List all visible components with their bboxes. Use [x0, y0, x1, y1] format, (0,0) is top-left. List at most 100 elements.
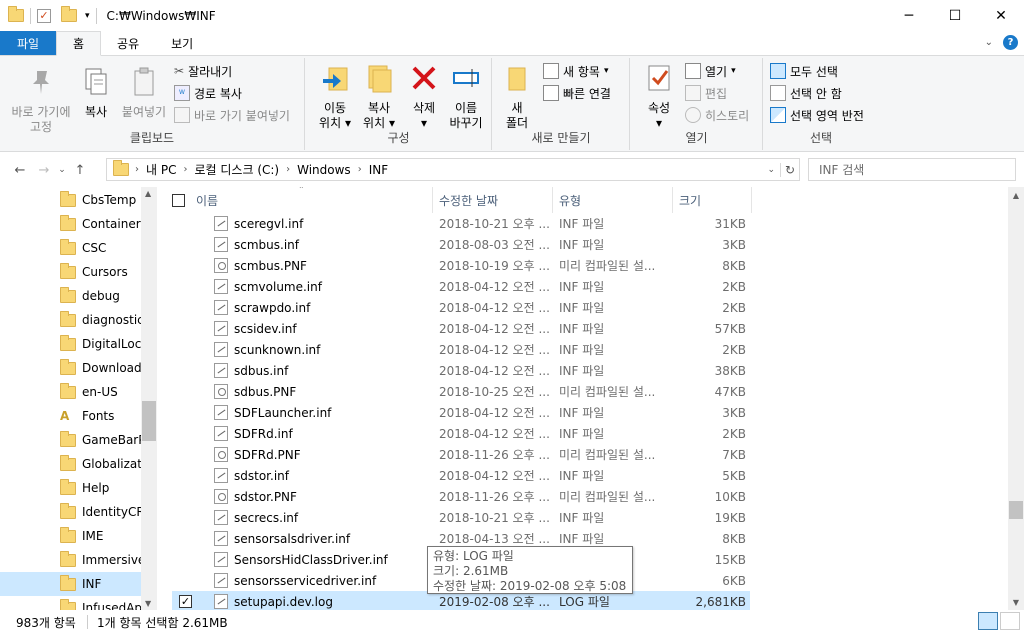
help-icon[interactable]: ? [1003, 35, 1018, 50]
file-row[interactable]: scmvolume.inf 2018-04-12 오전 ... INF 파일 2KB [172, 276, 750, 297]
nav-item[interactable]: CbsTemp [0, 188, 141, 212]
file-tooltip: 유형: LOG 파일 크기: 2.61MB 수정한 날짜: 2019-02-08… [427, 546, 633, 594]
nav-item[interactable]: GameBarPre [0, 428, 141, 452]
tab-view[interactable]: 보기 [155, 31, 209, 55]
status-bar: 983개 항목 1개 항목 선택함 2.61MB [0, 610, 1024, 634]
nav-item[interactable]: Help [0, 476, 141, 500]
folder-icon [60, 214, 76, 231]
copy-path-button[interactable]: W 경로 복사 [174, 83, 242, 103]
easy-access-button[interactable]: 빠른 연결 [543, 83, 611, 103]
back-button[interactable]: ← [8, 158, 32, 182]
breadcrumb-this-pc[interactable]: 내 PC [141, 161, 181, 178]
open-button[interactable]: 열기 ▾ [685, 61, 736, 81]
select-all-checkbox[interactable] [172, 194, 185, 207]
column-type[interactable]: 유형 [553, 187, 673, 213]
file-row[interactable]: scunknown.inf 2018-04-12 오전 ... INF 파일 2KB [172, 339, 750, 360]
copy-button[interactable]: 복사 [78, 66, 114, 120]
paste-button[interactable]: 붙여넣기 [120, 66, 168, 120]
file-row[interactable]: SDFRd.PNF 2018-11-26 오후 ... 미리 컴파일된 설... 7K… [172, 444, 750, 465]
file-row[interactable]: sceregvl.inf 2018-10-21 오후 ... INF 파일 31KB [172, 213, 750, 234]
search-input[interactable]: INF 검색 [808, 158, 1016, 181]
recent-locations-button[interactable]: ⌄ [56, 158, 68, 182]
file-list-scroll-thumb[interactable] [1009, 501, 1023, 519]
nav-scrollbar[interactable]: ▲ ▼ [141, 187, 157, 610]
file-list-scrollbar[interactable]: ▲ ▼ [1008, 187, 1024, 610]
column-date[interactable]: 수정한 날짜 [433, 187, 553, 213]
scroll-up-arrow-icon[interactable]: ▲ [145, 189, 151, 198]
edit-button[interactable]: 편집 [685, 83, 727, 103]
maximize-button[interactable]: ☐ [932, 0, 978, 31]
address-dropdown-icon[interactable]: ⌄ [767, 165, 775, 175]
pin-quick-access-button[interactable]: 바로 가기에 고정 [6, 66, 76, 135]
tab-share[interactable]: 공유 [101, 31, 155, 55]
new-item-button[interactable]: 새 항목 ▾ [543, 61, 608, 81]
file-row[interactable]: scmbus.inf 2018-08-03 오전 ... INF 파일 3KB [172, 234, 750, 255]
rename-button[interactable]: 이름 바꾸기 [444, 62, 488, 131]
file-row[interactable]: scsidev.inf 2018-04-12 오전 ... INF 파일 57KB [172, 318, 750, 339]
nav-item[interactable]: Cursors [0, 260, 141, 284]
file-row[interactable]: secrecs.inf 2018-10-21 오후 ... INF 파일 19KB [172, 507, 750, 528]
file-row[interactable]: sdbus.inf 2018-04-12 오전 ... INF 파일 38KB [172, 360, 750, 381]
copy-to-button[interactable]: 복사 위치 ▾ [356, 62, 402, 131]
file-row[interactable]: SDFLauncher.inf 2018-04-12 오전 ... INF 파일 3K… [172, 402, 750, 423]
nav-item[interactable]: IME [0, 524, 141, 548]
move-to-button[interactable]: 이동 위치 ▾ [312, 62, 358, 131]
nav-item[interactable]: ImmersiveC [0, 548, 141, 572]
file-row[interactable]: scrawpdo.inf 2018-04-12 오전 ... INF 파일 2KB [172, 297, 750, 318]
nav-item[interactable]: A Fonts [0, 404, 141, 428]
file-row[interactable]: SDFRd.inf 2018-04-12 오전 ... INF 파일 2KB [172, 423, 750, 444]
scroll-down-arrow-icon[interactable]: ▼ [145, 599, 151, 608]
select-all-button[interactable]: 모두 선택 [770, 61, 838, 81]
new-folder-button[interactable]: 새 폴더 [499, 62, 535, 131]
properties-check-icon[interactable]: ✓ [37, 8, 51, 23]
column-name[interactable]: 이름 [190, 187, 433, 213]
file-row[interactable]: scmbus.PNF 2018-10-19 오후 ... 미리 컴파일된 설... 8… [172, 255, 750, 276]
breadcrumb-windows[interactable]: Windows [292, 163, 356, 177]
nav-item[interactable]: en-US [0, 380, 141, 404]
nav-item-selected[interactable]: INF [0, 572, 141, 596]
breadcrumb-local-disk[interactable]: 로컬 디스크 (C:) [189, 161, 284, 178]
nav-scroll-thumb[interactable] [142, 401, 156, 441]
file-row[interactable]: sdstor.inf 2018-04-12 오전 ... INF 파일 5KB [172, 465, 750, 486]
new-folder-icon[interactable] [61, 6, 77, 22]
nav-item[interactable]: IdentityCRL [0, 500, 141, 524]
nav-item[interactable]: Containers [0, 212, 141, 236]
close-button[interactable]: ✕ [978, 0, 1024, 31]
column-size[interactable]: 크기 [673, 187, 752, 213]
nav-item[interactable]: diagnostics [0, 308, 141, 332]
properties-button[interactable]: 속성 ▾ [639, 62, 679, 131]
breadcrumb-inf[interactable]: INF [364, 163, 393, 177]
nav-item[interactable]: Globalization [0, 452, 141, 476]
group-select: 모두 선택 선택 안 함 선택 영역 반전 선택 [764, 58, 878, 150]
up-button[interactable]: ↑ [68, 158, 92, 182]
tab-file[interactable]: 파일 [0, 31, 56, 55]
nav-item[interactable]: DigitalLocker [0, 332, 141, 356]
file-row[interactable]: sdbus.PNF 2018-10-25 오전 ... 미리 컴파일된 설... 47… [172, 381, 750, 402]
nav-item[interactable]: Downloaded [0, 356, 141, 380]
scroll-down-arrow-icon[interactable]: ▼ [1008, 594, 1024, 610]
address-bar[interactable]: › 내 PC › 로컬 디스크 (C:) › Windows › INF ⌄ ↻ [106, 158, 800, 181]
file-type: 미리 컴파일된 설... [559, 259, 656, 273]
delete-button[interactable]: 삭제 ▾ [404, 62, 444, 131]
refresh-icon[interactable]: ↻ [779, 162, 795, 177]
paste-shortcut-button[interactable]: 바로 가기 붙여넣기 [174, 105, 290, 125]
row-checkbox[interactable]: ✓ [179, 595, 192, 608]
minimize-button[interactable]: ─ [886, 0, 932, 31]
scroll-up-arrow-icon[interactable]: ▲ [1008, 187, 1024, 203]
expand-ribbon-icon[interactable]: ⌄ [985, 37, 993, 48]
file-row[interactable]: sdstor.PNF 2018-11-26 오후 ... 미리 컴파일된 설... 1… [172, 486, 750, 507]
cut-button[interactable]: ✂ 잘라내기 [174, 61, 232, 81]
forward-button[interactable]: → [32, 158, 56, 182]
select-none-button[interactable]: 선택 안 함 [770, 83, 842, 103]
invert-selection-button[interactable]: 선택 영역 반전 [770, 105, 864, 125]
chevron-down-icon[interactable]: ▾ [85, 11, 90, 21]
tab-home[interactable]: 홈 [56, 31, 102, 56]
nav-item[interactable]: CSC [0, 236, 141, 260]
large-icons-view-button[interactable] [1000, 612, 1020, 630]
nav-item[interactable]: debug [0, 284, 141, 308]
details-view-button[interactable] [978, 612, 998, 630]
file-name: scmbus.PNF [214, 258, 307, 273]
window-title: C:₩Windows₩INF [106, 8, 216, 23]
history-button[interactable]: 히스토리 [685, 105, 749, 125]
nav-item[interactable]: InfusedApp [0, 596, 141, 610]
